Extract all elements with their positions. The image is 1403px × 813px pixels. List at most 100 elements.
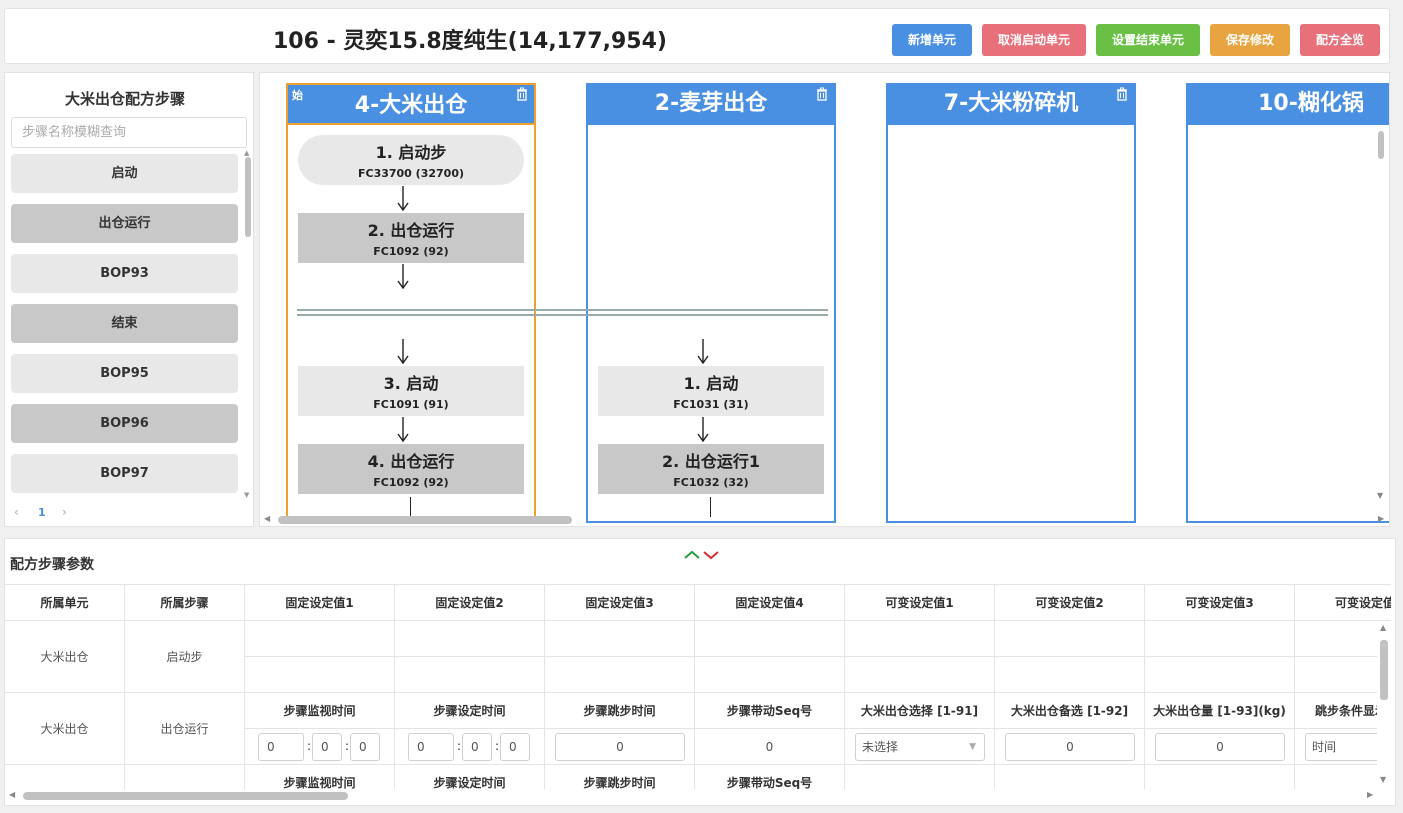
param-label: 步骤监视时间 bbox=[245, 693, 395, 729]
scroll-right-icon[interactable]: ▶ bbox=[1367, 790, 1373, 799]
arrow-down-icon bbox=[697, 339, 709, 365]
arrow-down-icon bbox=[397, 417, 409, 443]
scroll-left-icon[interactable]: ◀ bbox=[264, 514, 270, 523]
table-cell bbox=[995, 765, 1145, 789]
table-cell bbox=[125, 765, 245, 789]
prev-page-icon[interactable]: ‹ bbox=[14, 505, 19, 519]
step-label: 4. 出仓运行 bbox=[367, 452, 455, 471]
table-header: 固定设定值4 bbox=[695, 585, 845, 621]
scroll-down-icon[interactable]: ▼ bbox=[1377, 491, 1383, 500]
recipe-overview-button[interactable]: 配方全览 bbox=[1300, 24, 1380, 56]
scroll-down-icon[interactable]: ▼ bbox=[244, 491, 249, 499]
table-header: 所属单元 bbox=[5, 585, 125, 621]
table-cell: 0 bbox=[1145, 729, 1295, 765]
step-item[interactable]: 出仓运行 bbox=[11, 204, 238, 243]
cancel-start-unit-button[interactable]: 取消启动单元 bbox=[982, 24, 1086, 56]
param-label: 步骤带动Seq号 bbox=[695, 765, 845, 789]
scroll-down-icon[interactable]: ▼ bbox=[1380, 775, 1386, 784]
table-cell: 0 bbox=[995, 729, 1145, 765]
scroll-right-icon[interactable]: ▶ bbox=[1378, 514, 1384, 523]
step-item[interactable]: BOP97 bbox=[11, 454, 238, 493]
connector-line bbox=[410, 497, 412, 517]
scroll-up-icon[interactable]: ▲ bbox=[1380, 623, 1386, 632]
table-cell bbox=[245, 657, 395, 693]
canvas-horizontal-scrollbar[interactable] bbox=[278, 516, 572, 524]
table-cell: 大米出仓 bbox=[5, 693, 125, 765]
table-cell bbox=[1145, 657, 1295, 693]
step-item[interactable]: BOP96 bbox=[11, 404, 238, 443]
step-item[interactable]: BOP95 bbox=[11, 354, 238, 393]
table-header: 固定设定值2 bbox=[395, 585, 545, 621]
table-cell bbox=[245, 621, 395, 657]
amount-input[interactable]: 0 bbox=[1155, 733, 1285, 761]
table-cell bbox=[845, 621, 995, 657]
set-minutes-input[interactable]: 0 bbox=[462, 733, 492, 761]
expand-collapse-icon[interactable] bbox=[683, 549, 723, 561]
recipe-step[interactable]: 2. 出仓运行1 FC1032 (32) bbox=[598, 444, 824, 494]
backup-input[interactable]: 0 bbox=[1005, 733, 1135, 761]
param-label: 步骤设定时间 bbox=[395, 693, 545, 729]
trash-icon[interactable] bbox=[516, 87, 528, 101]
monitor-hours-input[interactable]: 0 bbox=[258, 733, 304, 761]
recipe-canvas: 4-大米出仓 始 1. 启动步 FC33700 (32700) 2. 出仓运行 FC… bbox=[259, 72, 1390, 527]
save-changes-button[interactable]: 保存修改 bbox=[1210, 24, 1290, 56]
next-page-icon[interactable]: › bbox=[62, 505, 67, 519]
param-label: 大米出仓量 [1-93](kg) bbox=[1145, 693, 1295, 729]
add-unit-button[interactable]: 新增单元 bbox=[892, 24, 972, 56]
unit-column[interactable]: 2-麦芽出仓 1. 启动 FC1031 (31) 2. 出仓运行1 FC1032 (… bbox=[586, 83, 836, 523]
scroll-left-icon[interactable]: ◀ bbox=[9, 790, 15, 799]
table-horizontal-scrollbar[interactable] bbox=[23, 792, 348, 800]
step-item[interactable]: 结束 bbox=[11, 304, 238, 343]
table-cell bbox=[1145, 765, 1295, 789]
param-label: 步骤设定时间 bbox=[395, 765, 545, 789]
recipe-step[interactable]: 4. 出仓运行 FC1092 (92) bbox=[298, 444, 524, 494]
monitor-minutes-input[interactable]: 0 bbox=[312, 733, 342, 761]
step-item[interactable]: 启动 bbox=[11, 154, 238, 193]
table-cell: 0 : 0 : 0 bbox=[395, 729, 545, 765]
set-end-unit-button[interactable]: 设置结束单元 bbox=[1096, 24, 1200, 56]
step-label: 1. 启动步 bbox=[375, 143, 447, 162]
jump-time-input[interactable]: 0 bbox=[555, 733, 685, 761]
step-search-input[interactable]: 步骤名称模糊查询 bbox=[11, 117, 247, 148]
monitor-seconds-input[interactable]: 0 bbox=[350, 733, 380, 761]
page-number[interactable]: 1 bbox=[38, 506, 46, 519]
sidebar-scrollbar[interactable] bbox=[245, 157, 251, 237]
table-cell bbox=[395, 621, 545, 657]
table-vertical-scrollbar[interactable] bbox=[1380, 640, 1388, 700]
chevron-down-icon: ▼ bbox=[969, 742, 976, 752]
phase-separator bbox=[297, 309, 828, 316]
recipe-step[interactable]: 1. 启动步 FC33700 (32700) bbox=[298, 135, 524, 185]
canvas-vertical-scrollbar[interactable] bbox=[1378, 131, 1384, 159]
step-code: FC1091 (91) bbox=[373, 398, 449, 411]
scroll-up-icon[interactable]: ▲ bbox=[244, 149, 249, 157]
table-cell bbox=[395, 657, 545, 693]
params-title: 配方步骤参数 bbox=[10, 557, 94, 573]
param-label: 大米出仓备选 [1-92] bbox=[995, 693, 1145, 729]
unit-column[interactable]: 7-大米粉碎机 bbox=[886, 83, 1136, 523]
step-label: 3. 启动 bbox=[383, 374, 439, 393]
step-item[interactable]: BOP93 bbox=[11, 254, 238, 293]
table-cell bbox=[995, 657, 1145, 693]
unit-column[interactable]: 10-糊化锅 bbox=[1186, 83, 1389, 523]
step-code: FC1092 (92) bbox=[373, 245, 449, 258]
start-tag: 始 bbox=[292, 89, 303, 102]
step-label: 1. 启动 bbox=[683, 374, 739, 393]
set-seconds-input[interactable]: 0 bbox=[500, 733, 530, 761]
unit-header: 4-大米出仓 bbox=[286, 83, 536, 125]
param-label: 步骤监视时间 bbox=[245, 765, 395, 789]
recipe-step[interactable]: 3. 启动 FC1091 (91) bbox=[298, 366, 524, 416]
recipe-step[interactable]: 1. 启动 FC1031 (31) bbox=[598, 366, 824, 416]
unit-column[interactable]: 4-大米出仓 始 1. 启动步 FC33700 (32700) 2. 出仓运行 FC… bbox=[286, 83, 536, 523]
step-library-panel: 大米出仓配方步骤 步骤名称模糊查询 启动 出仓运行 BOP93 结束 BOP95… bbox=[4, 72, 254, 527]
unit-header: 7-大米粉碎机 bbox=[886, 83, 1136, 125]
step-label: 2. 出仓运行 bbox=[367, 221, 455, 240]
set-hours-input[interactable]: 0 bbox=[408, 733, 454, 761]
param-label: 步骤带动Seq号 bbox=[695, 693, 845, 729]
trash-icon[interactable] bbox=[1116, 87, 1128, 101]
recipe-step[interactable]: 2. 出仓运行 FC1092 (92) bbox=[298, 213, 524, 263]
table-header: 固定设定值3 bbox=[545, 585, 695, 621]
rice-select[interactable]: 未选择 ▼ bbox=[855, 733, 985, 761]
connector-line bbox=[710, 497, 712, 517]
trash-icon[interactable] bbox=[816, 87, 828, 101]
param-label: 步骤跳步时间 bbox=[545, 693, 695, 729]
